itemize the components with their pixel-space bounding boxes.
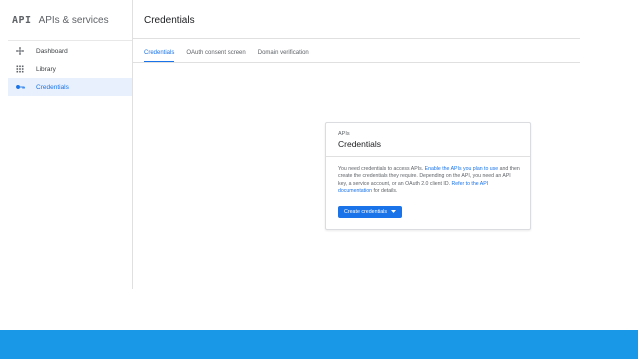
tab-oauth-consent-screen[interactable]: OAuth consent screen	[186, 46, 245, 61]
tab-domain-verification[interactable]: Domain verification	[258, 46, 309, 61]
card-text-3: for details.	[373, 188, 398, 195]
sidebar-item-dashboard[interactable]: Dashboard	[8, 42, 132, 60]
bottom-banner	[0, 330, 638, 359]
sidebar-item-label: Library	[36, 65, 56, 73]
sidebar-item-label: Dashboard	[36, 47, 68, 55]
sidebar: API APIs & services Dashboard Library Cr…	[8, 0, 133, 289]
card-title: Credentials	[338, 139, 381, 149]
page-title: Credentials	[144, 15, 195, 26]
tab-bar: Credentials OAuth consent screen Domain …	[144, 46, 309, 62]
sidebar-item-label: Credentials	[36, 83, 69, 91]
dashboard-icon	[16, 47, 36, 55]
card-description: You need credentials to access APIs. Ena…	[338, 166, 520, 196]
sidebar-item-credentials[interactable]: Credentials	[8, 78, 132, 96]
api-logo: API	[12, 14, 32, 26]
tab-credentials[interactable]: Credentials	[144, 46, 175, 62]
enable-apis-link[interactable]: Enable the APIs you plan to use	[425, 166, 499, 172]
sidebar-item-library[interactable]: Library	[8, 60, 132, 78]
key-icon	[16, 84, 36, 90]
brand-header[interactable]: API APIs & services	[8, 0, 132, 41]
card-text-1: You need credentials to access APIs.	[338, 166, 424, 172]
create-credentials-button[interactable]: Create credentials	[338, 206, 402, 218]
brand-title: APIs & services	[38, 14, 109, 26]
card-divider	[326, 156, 530, 157]
sidebar-nav: Dashboard Library Credentials	[8, 42, 132, 96]
dropdown-arrow-icon	[391, 209, 396, 215]
tabs-divider	[133, 62, 580, 63]
library-icon	[16, 65, 36, 73]
create-credentials-label: Create credentials	[344, 209, 387, 215]
card-kicker: APIs	[338, 131, 350, 137]
header-divider	[133, 38, 580, 39]
credentials-card: APIs Credentials You need credentials to…	[325, 122, 531, 230]
